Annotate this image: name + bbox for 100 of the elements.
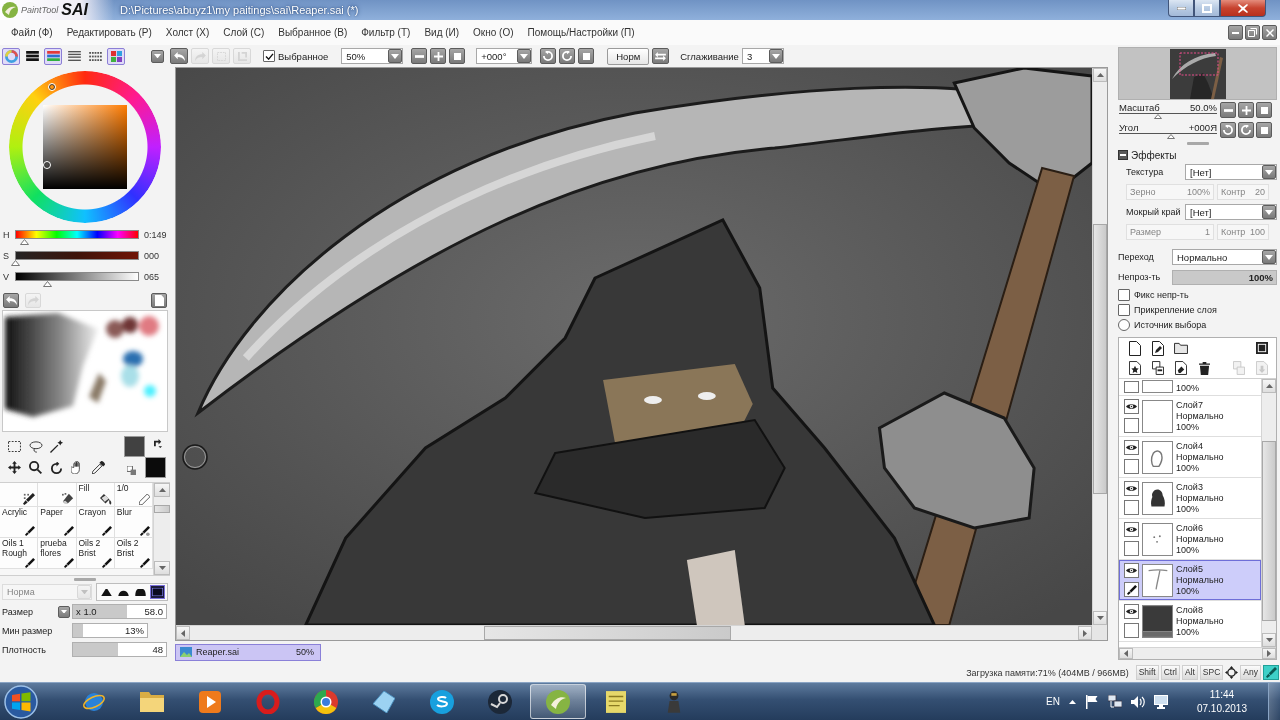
slider-thumb[interactable]: [10, 260, 20, 266]
layer-row[interactable]: Слой3 Нормально 100%: [1119, 478, 1261, 519]
layer-row[interactable]: Слой8 Нормально 100%: [1119, 601, 1261, 642]
close-button[interactable]: [1220, 0, 1266, 17]
brush-tool-button[interactable]: Oils 2 Brist: [114, 538, 153, 569]
layer-row[interactable]: Слой6 Нормально 100%: [1119, 519, 1261, 560]
vertical-scrollbar[interactable]: [1261, 379, 1276, 647]
brush-tool-button[interactable]: Blur: [114, 507, 153, 538]
scroll-left-button[interactable]: [176, 626, 190, 640]
rotation-reset-button[interactable]: [578, 48, 595, 64]
layer-edit-toggle[interactable]: [1124, 381, 1139, 393]
collapse-toggle[interactable]: [1118, 150, 1128, 160]
scroll-up-button[interactable]: [1262, 379, 1276, 393]
brush-tool-button[interactable]: [38, 483, 77, 507]
zoom-in-button[interactable]: [1238, 102, 1254, 118]
color-view-toggle[interactable]: [107, 47, 125, 65]
dropdown-arrow-button[interactable]: [388, 49, 403, 63]
flip-button[interactable]: [652, 48, 670, 64]
scroll-down-button[interactable]: [154, 561, 170, 575]
horizontal-scrollbar[interactable]: [1119, 647, 1276, 659]
panel-menu-button[interactable]: [151, 49, 164, 63]
foreground-color-swatch[interactable]: [124, 436, 145, 457]
brush-tool-button[interactable]: prueba flores: [38, 538, 77, 569]
zoom-dropdown[interactable]: 50%: [341, 48, 404, 64]
taskbar-app-button[interactable]: [530, 684, 586, 719]
parameter-slider[interactable]: x 1.0 58.0: [72, 604, 167, 619]
menu-item[interactable]: Холст (Х): [158, 25, 217, 40]
minimize-document-button[interactable]: [1228, 25, 1243, 40]
menu-item[interactable]: Окно (О): [466, 25, 521, 40]
toolbar-action-button[interactable]: [170, 48, 188, 64]
horizontal-scrollbar[interactable]: [176, 625, 1092, 640]
effect-dropdown[interactable]: [Нет]: [1185, 204, 1277, 220]
dropdown-arrow-button[interactable]: [1262, 165, 1276, 179]
layer-edit-toggle[interactable]: [1124, 500, 1139, 515]
color-view-toggle[interactable]: [44, 47, 62, 65]
parameter-slider[interactable]: 13%: [72, 623, 148, 638]
tray-icon-button[interactable]: [1107, 694, 1122, 709]
scratchpad-action-button[interactable]: [3, 292, 19, 308]
layer-edit-toggle[interactable]: [1124, 418, 1139, 433]
restore-document-button[interactable]: [1245, 25, 1260, 40]
scrollbar-thumb[interactable]: [154, 505, 170, 513]
layer-row[interactable]: Слой4 Нормально 100%: [1119, 437, 1261, 478]
scratchpad[interactable]: [2, 310, 168, 432]
zoom-slider[interactable]: Масштаб 50.0%: [1118, 102, 1218, 119]
smoothing-dropdown[interactable]: 3: [741, 48, 784, 64]
scrollbar-thumb[interactable]: [484, 626, 731, 640]
menu-item[interactable]: Фильтр (Т): [354, 25, 418, 40]
layer-edit-toggle[interactable]: [1124, 582, 1139, 597]
color-slider-track[interactable]: [15, 272, 139, 287]
resize-handle[interactable]: [74, 577, 96, 581]
dropdown-arrow-button[interactable]: [1262, 205, 1276, 219]
visibility-toggle[interactable]: [1124, 563, 1139, 578]
tray-icon-button[interactable]: [1130, 694, 1145, 709]
tray-icon-button[interactable]: [1084, 694, 1099, 709]
menu-item[interactable]: Выбранное (В): [271, 25, 355, 40]
menu-item[interactable]: Помощь/Настройки (П): [520, 25, 642, 40]
color-slider-track[interactable]: [15, 230, 139, 245]
rotate-left-button[interactable]: [1220, 122, 1236, 138]
maximize-button[interactable]: [1194, 0, 1220, 17]
view-mode-button[interactable]: Норм: [607, 47, 650, 65]
show-desktop-button[interactable]: [1268, 683, 1280, 720]
scroll-down-button[interactable]: [1093, 611, 1107, 625]
background-color-swatch[interactable]: [145, 457, 166, 478]
layer-edit-toggle[interactable]: [1124, 541, 1139, 556]
checkbox[interactable]: [1118, 288, 1130, 301]
scrollbar-thumb[interactable]: [1093, 224, 1107, 494]
visibility-toggle[interactable]: [1124, 604, 1139, 619]
angle-slider[interactable]: Угол +000Я: [1118, 122, 1218, 139]
tray-icon-button[interactable]: [1153, 694, 1168, 709]
brush-tool-button[interactable]: Oils 1 Rough: [0, 538, 39, 569]
visibility-toggle[interactable]: [1124, 440, 1139, 455]
scrollbar-thumb[interactable]: [1262, 441, 1276, 621]
parameter-slider[interactable]: 48: [72, 642, 167, 657]
scroll-right-button[interactable]: [1262, 648, 1276, 659]
visibility-toggle[interactable]: [1124, 481, 1139, 496]
brush-tool-button[interactable]: Paper: [38, 507, 77, 538]
zoom-reset-button[interactable]: [449, 48, 466, 64]
brush-tool-button[interactable]: [0, 483, 39, 507]
angle-dropdown[interactable]: +000°: [476, 48, 533, 64]
opacity-slider[interactable]: 100%: [1172, 269, 1277, 285]
brush-tool-button[interactable]: 1/0: [114, 483, 153, 507]
layer-edit-toggle[interactable]: [1124, 623, 1139, 638]
zoom-out-button[interactable]: [1220, 102, 1236, 118]
minimize-button[interactable]: [1168, 0, 1194, 17]
scroll-down-button[interactable]: [1262, 633, 1276, 647]
rotate-right-button[interactable]: [559, 48, 576, 64]
color-view-toggle[interactable]: [2, 47, 20, 65]
visibility-toggle[interactable]: [1124, 399, 1139, 414]
zoom-out-button[interactable]: [411, 48, 428, 64]
rotate-right-button[interactable]: [1238, 122, 1254, 138]
layer-row[interactable]: Слой7 Нормально 100%: [1119, 396, 1261, 437]
checkbox[interactable]: [263, 50, 275, 62]
scroll-left-button[interactable]: [1119, 648, 1133, 659]
menu-item[interactable]: Слой (С): [216, 25, 272, 40]
slider-thumb[interactable]: [1167, 134, 1175, 139]
menu-item[interactable]: Вид (И): [417, 25, 467, 40]
show-hidden-icons-button[interactable]: [1068, 699, 1076, 704]
radio-button[interactable]: [1118, 318, 1130, 331]
scroll-up-button[interactable]: [154, 483, 170, 497]
close-document-button[interactable]: [1262, 25, 1277, 40]
